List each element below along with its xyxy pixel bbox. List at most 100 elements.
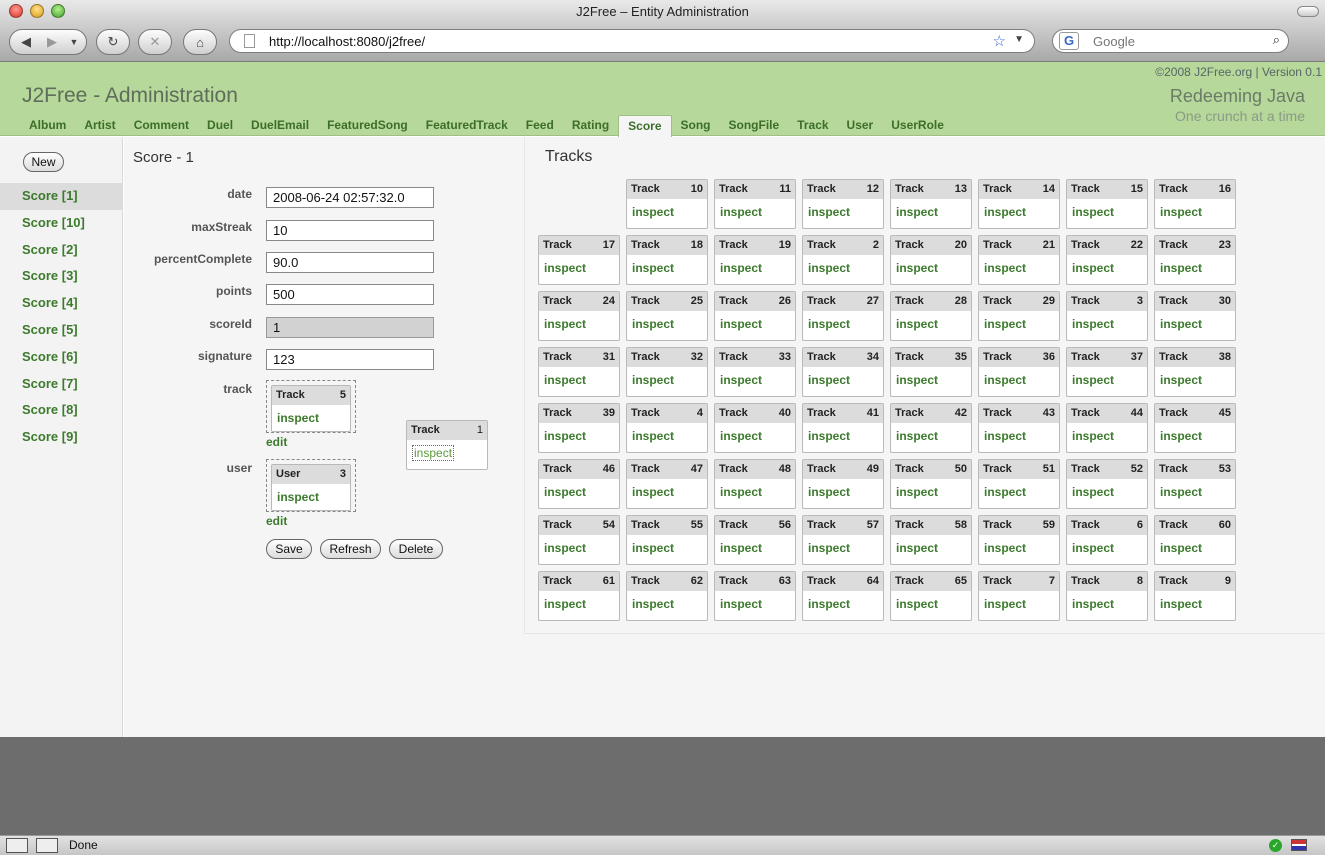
inspect-link[interactable]: inspect	[803, 367, 883, 393]
inspect-link[interactable]: inspect	[1067, 311, 1147, 337]
track-card[interactable]: Track 51 inspect	[978, 459, 1060, 509]
track-card[interactable]: Track 56 inspect	[714, 515, 796, 565]
track-card[interactable]: Track 19 inspect	[714, 235, 796, 285]
track-card[interactable]: Track 9 inspect	[1154, 571, 1236, 621]
inspect-link[interactable]: inspect	[539, 255, 619, 281]
user-dropzone[interactable]: User 3 inspect	[266, 459, 356, 512]
tab-comment[interactable]: Comment	[125, 115, 198, 136]
track-card[interactable]: Track 30 inspect	[1154, 291, 1236, 341]
close-window-button[interactable]	[9, 4, 23, 18]
track-card[interactable]: Track 54 inspect	[538, 515, 620, 565]
inspect-link[interactable]: inspect	[803, 311, 883, 337]
edit-track-link[interactable]: edit	[266, 435, 287, 449]
sidebar-item-score[interactable]: Score [10]	[0, 210, 122, 237]
inspect-link[interactable]: inspect	[1155, 479, 1235, 505]
save-button[interactable]: Save	[266, 539, 312, 559]
track-card[interactable]: Track 3 inspect	[1066, 291, 1148, 341]
track-card[interactable]: Track 28 inspect	[890, 291, 972, 341]
track-card[interactable]: Track 12 inspect	[802, 179, 884, 229]
inspect-link[interactable]: inspect	[539, 591, 619, 617]
inspect-link[interactable]: inspect	[979, 591, 1059, 617]
track-card[interactable]: Track 60 inspect	[1154, 515, 1236, 565]
track-card[interactable]: Track 26 inspect	[714, 291, 796, 341]
track-card[interactable]: Track 23 inspect	[1154, 235, 1236, 285]
percentcomplete-field[interactable]	[266, 252, 434, 273]
track-card[interactable]: Track 14 inspect	[978, 179, 1060, 229]
inspect-link[interactable]: inspect	[539, 311, 619, 337]
track-card[interactable]: Track 24 inspect	[538, 291, 620, 341]
track-card[interactable]: Track 65 inspect	[890, 571, 972, 621]
inspect-link[interactable]: inspect	[715, 367, 795, 393]
inspect-link[interactable]: inspect	[715, 479, 795, 505]
inspect-link[interactable]: inspect	[715, 311, 795, 337]
tab-rating[interactable]: Rating	[563, 115, 618, 136]
sidebar-item-score[interactable]: Score [7]	[0, 371, 122, 398]
track-card[interactable]: Track 38 inspect	[1154, 347, 1236, 397]
track-card[interactable]: Track 61 inspect	[538, 571, 620, 621]
forward-icon[interactable]: ▶	[39, 34, 65, 50]
zoom-window-button[interactable]	[51, 4, 65, 18]
track-card[interactable]: Track 7 inspect	[978, 571, 1060, 621]
inspect-link[interactable]: inspect	[627, 367, 707, 393]
tab-score[interactable]: Score	[618, 115, 672, 137]
track-card[interactable]: Track 55 inspect	[626, 515, 708, 565]
tab-userrole[interactable]: UserRole	[882, 115, 953, 136]
inspect-link[interactable]: inspect	[1155, 255, 1235, 281]
inspect-link[interactable]: inspect	[627, 199, 707, 225]
refresh-button[interactable]: Refresh	[320, 539, 381, 559]
track-card[interactable]: Track 42 inspect	[890, 403, 972, 453]
inspect-link[interactable]: inspect	[803, 423, 883, 449]
inspect-link[interactable]: inspect	[627, 423, 707, 449]
reload-button[interactable]: ↻	[96, 29, 130, 55]
inspect-link[interactable]: inspect	[803, 535, 883, 561]
inspect-link[interactable]: inspect	[803, 199, 883, 225]
inspect-link[interactable]: inspect	[979, 423, 1059, 449]
points-field[interactable]	[266, 284, 434, 305]
track-card[interactable]: Track 13 inspect	[890, 179, 972, 229]
flag-icon[interactable]	[1291, 839, 1307, 851]
inspect-link[interactable]: inspect	[539, 423, 619, 449]
inspect-link[interactable]: inspect	[891, 423, 971, 449]
inspect-link[interactable]: inspect	[891, 311, 971, 337]
inspect-link[interactable]: inspect	[627, 591, 707, 617]
track-card[interactable]: Track 41 inspect	[802, 403, 884, 453]
inspect-link[interactable]: inspect	[715, 423, 795, 449]
inspect-link[interactable]: inspect	[1155, 199, 1235, 225]
track-card[interactable]: Track 20 inspect	[890, 235, 972, 285]
track-card[interactable]: Track 22 inspect	[1066, 235, 1148, 285]
inspect-link[interactable]: inspect	[1067, 535, 1147, 561]
track-card[interactable]: Track 59 inspect	[978, 515, 1060, 565]
track-card[interactable]: Track 44 inspect	[1066, 403, 1148, 453]
inspect-link[interactable]: inspect	[715, 255, 795, 281]
tab-feed[interactable]: Feed	[517, 115, 563, 136]
track-card[interactable]: Track 15 inspect	[1066, 179, 1148, 229]
back-icon[interactable]: ◀	[13, 34, 39, 50]
tab-artist[interactable]: Artist	[75, 115, 124, 136]
inspect-link[interactable]: inspect	[627, 535, 707, 561]
url-bar[interactable]: http://localhost:8080/j2free/ ☆ ▼	[229, 29, 1035, 53]
toolbar-toggle-button[interactable]	[1297, 6, 1319, 17]
edit-user-link[interactable]: edit	[266, 514, 287, 528]
track-card[interactable]: Track 11 inspect	[714, 179, 796, 229]
tab-featuredtrack[interactable]: FeaturedTrack	[417, 115, 517, 136]
search-bar[interactable]: G ⌕	[1052, 29, 1289, 53]
track-card[interactable]: Track 17 inspect	[538, 235, 620, 285]
inspect-link[interactable]: inspect	[539, 535, 619, 561]
inspect-link[interactable]: inspect	[979, 311, 1059, 337]
sidebar-item-score[interactable]: Score [9]	[0, 424, 122, 451]
delete-button[interactable]: Delete	[389, 539, 443, 559]
inspect-link[interactable]: inspect	[979, 367, 1059, 393]
history-dropdown-icon[interactable]: ▼	[65, 37, 83, 47]
url-text[interactable]: http://localhost:8080/j2free/	[269, 34, 425, 49]
track-card[interactable]: Track 63 inspect	[714, 571, 796, 621]
inspect-link[interactable]: inspect	[891, 479, 971, 505]
tab-duel[interactable]: Duel	[198, 115, 242, 136]
inspect-link[interactable]: inspect	[627, 255, 707, 281]
inspect-link[interactable]: inspect	[891, 255, 971, 281]
sidebar-item-score[interactable]: Score [3]	[0, 263, 122, 290]
sidebar-item-score[interactable]: Score [8]	[0, 397, 122, 424]
inspect-link[interactable]: inspect	[803, 479, 883, 505]
sidebar-item-score[interactable]: Score [5]	[0, 317, 122, 344]
inspect-link[interactable]: inspect	[979, 535, 1059, 561]
sidebar-item-score[interactable]: Score [6]	[0, 344, 122, 371]
